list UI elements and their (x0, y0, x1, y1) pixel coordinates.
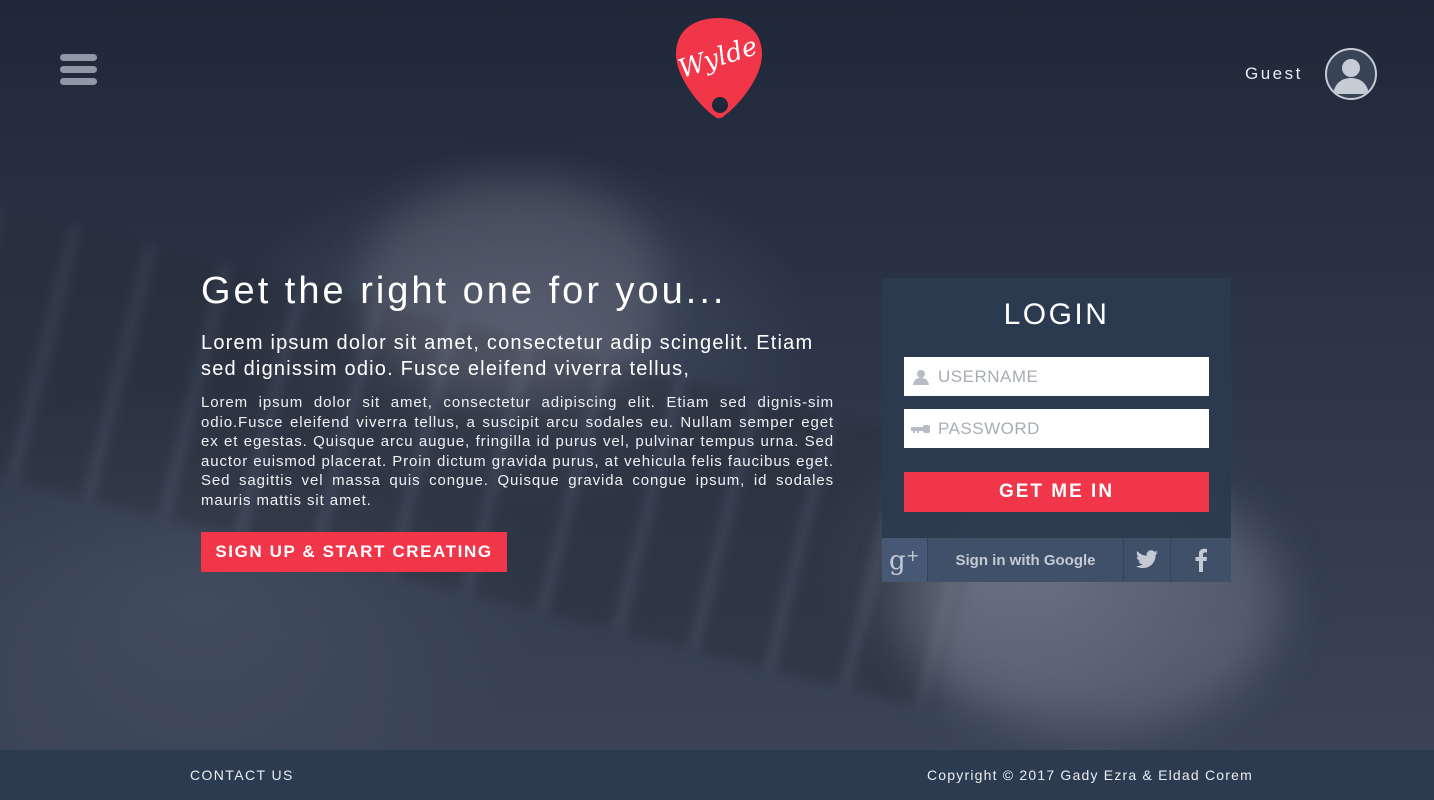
password-input[interactable] (938, 410, 1198, 447)
hero-subtitle: Lorem ipsum dolor sit amet, consectetur … (201, 332, 814, 380)
password-field[interactable] (904, 409, 1209, 448)
social-login-bar: g + Sign in with Google (882, 538, 1231, 582)
user-avatar-icon[interactable] (1325, 48, 1377, 100)
hamburger-icon[interactable] (60, 54, 97, 86)
user-icon (904, 357, 938, 396)
contact-us-link[interactable]: CONTACT US (190, 767, 294, 783)
footer: CONTACT US Copyright © 2017 Gady Ezra & … (0, 750, 1434, 800)
svg-text:g: g (889, 546, 906, 575)
copyright-text: Copyright © 2017 Gady Ezra & Eldad Corem (926, 767, 1253, 783)
guest-label: Guest (1245, 64, 1303, 83)
login-panel: LOGIN GET ME IN g + Sig (882, 278, 1231, 582)
username-field[interactable] (904, 357, 1209, 396)
guitar-pick-icon: Wylde (675, 18, 762, 119)
username-input[interactable] (938, 358, 1198, 395)
google-sign-in-button[interactable]: Sign in with Google (928, 538, 1124, 582)
facebook-icon[interactable] (1171, 538, 1231, 582)
hero-title: Get the right one for you... (201, 270, 727, 312)
twitter-icon[interactable] (1124, 538, 1171, 582)
hero-body-text: Lorem ipsum dolor sit amet, consectetur … (201, 394, 834, 509)
get-me-in-button[interactable]: GET ME IN (904, 472, 1209, 512)
wylde-logo[interactable]: Wylde (674, 16, 764, 120)
login-title: LOGIN (1003, 298, 1110, 331)
sign-up-button[interactable]: SIGN UP & START CREATING (201, 532, 507, 572)
google-plus-icon[interactable]: g + (882, 538, 928, 582)
svg-text:+: + (906, 546, 919, 565)
key-icon (904, 409, 938, 448)
